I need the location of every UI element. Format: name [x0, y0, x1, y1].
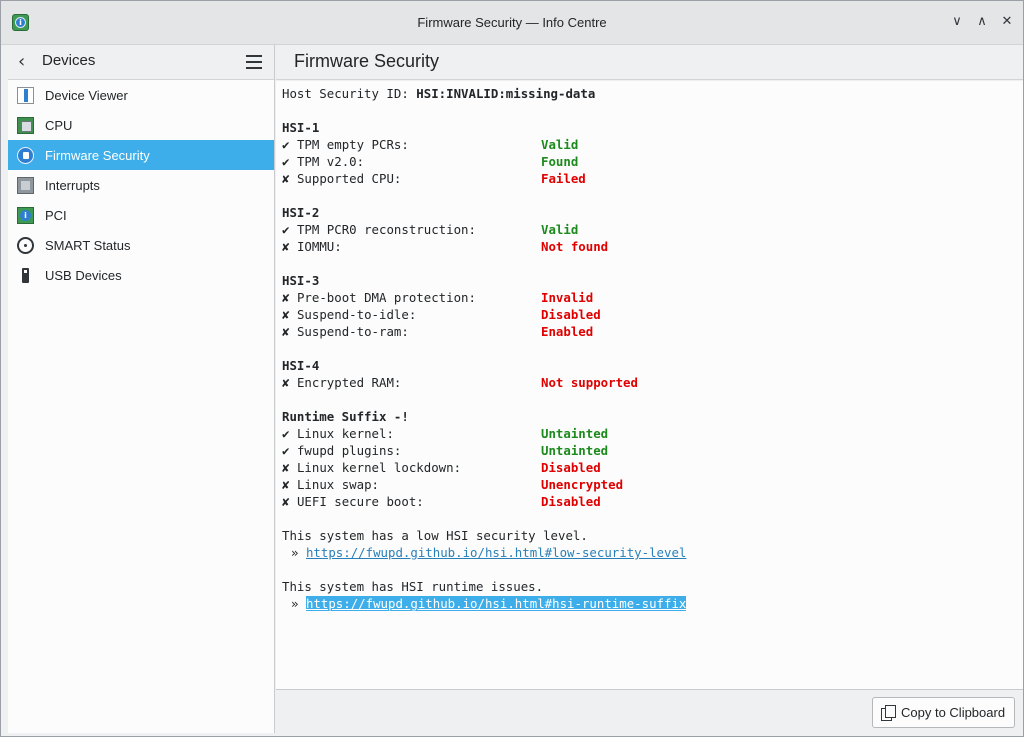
- check-label: Linux kernel lockdown:: [296, 460, 462, 475]
- check-row: ✘ Supported CPU:: [282, 170, 401, 187]
- copy-icon: [881, 705, 896, 721]
- footer: Copy to Clipboard: [276, 691, 1023, 736]
- check-label: Linux swap:: [296, 477, 379, 492]
- sidebar-item-usb-devices[interactable]: USB Devices: [8, 260, 274, 290]
- sidebar-item-cpu[interactable]: CPU: [8, 110, 274, 140]
- check-row: ✘ Suspend-to-idle:: [282, 306, 416, 323]
- sidebar-header: ‹ Devices: [8, 45, 274, 80]
- check-status: Disabled: [541, 307, 601, 322]
- minimize-button[interactable]: ∨: [948, 13, 966, 31]
- sidebar-item-device-viewer[interactable]: Device Viewer: [8, 80, 274, 110]
- info-centre-window: i Firmware Security — Info Centre ∨ ∧ ✕ …: [0, 0, 1024, 737]
- check-status: Unencrypted: [541, 477, 624, 492]
- hsi-help-link[interactable]: https://fwupd.github.io/hsi.html#hsi-run…: [305, 596, 687, 611]
- section-heading: HSI-2: [282, 205, 320, 220]
- copy-to-clipboard-button[interactable]: Copy to Clipboard: [872, 697, 1015, 728]
- sidebar: ‹ Devices Device Viewer CPU Firmware Sec…: [8, 45, 275, 733]
- sidebar-item-firmware-security[interactable]: Firmware Security: [8, 140, 274, 170]
- close-button[interactable]: ✕: [998, 13, 1016, 31]
- usb-devices-icon: [17, 267, 34, 284]
- check-status: Failed: [541, 171, 586, 186]
- sidebar-item-pci[interactable]: PCI: [8, 200, 274, 230]
- sidebar-item-label: USB Devices: [45, 267, 122, 283]
- firmware-security-icon: [17, 146, 34, 164]
- check-status: Invalid: [541, 290, 594, 305]
- check-label: Suspend-to-idle:: [296, 307, 417, 322]
- check-row: ✘ Suspend-to-ram:: [282, 323, 409, 340]
- window-title: Firmware Security — Info Centre: [417, 15, 607, 30]
- note-text: This system has a low HSI security level…: [282, 528, 588, 543]
- page-title: Firmware Security: [294, 51, 440, 71]
- sidebar-item-label: PCI: [45, 207, 67, 223]
- check-row: ✘ Encrypted RAM:: [282, 374, 401, 391]
- section-heading: HSI-3: [282, 273, 320, 288]
- security-report[interactable]: Host Security ID: HSI:INVALID:missing-da…: [276, 81, 1023, 690]
- sidebar-item-label: CPU: [45, 117, 73, 133]
- check-label: IOMMU:: [296, 239, 342, 254]
- sidebar-item-interrupts[interactable]: Interrupts: [8, 170, 274, 200]
- section-heading: HSI-1: [282, 120, 320, 135]
- title-bar: i Firmware Security — Info Centre ∨ ∧ ✕: [1, 1, 1023, 45]
- check-row: ✘ Pre-boot DMA protection:: [282, 289, 476, 306]
- check-label: TPM empty PCRs:: [296, 137, 409, 152]
- check-label: Encrypted RAM:: [296, 375, 402, 390]
- sidebar-title: Devices: [42, 52, 96, 69]
- section-heading: Runtime Suffix -!: [282, 409, 409, 424]
- check-row: ✘ UEFI secure boot:: [282, 493, 424, 510]
- check-status: Untainted: [541, 443, 609, 458]
- check-row: ✔ Linux kernel:: [282, 425, 394, 442]
- host-security-value: HSI:INVALID:missing-data: [416, 86, 596, 101]
- sidebar-item-label: Interrupts: [45, 177, 100, 193]
- check-label: TPM PCR0 reconstruction:: [296, 222, 476, 237]
- device-viewer-icon: [17, 86, 34, 104]
- check-label: Pre-boot DMA protection:: [296, 290, 476, 305]
- check-row: ✔ TPM v2.0:: [282, 153, 364, 170]
- check-label: UEFI secure boot:: [296, 494, 424, 509]
- check-row: ✔ TPM PCR0 reconstruction:: [282, 221, 476, 238]
- check-row: ✘ Linux kernel lockdown:: [282, 459, 461, 476]
- section-heading: HSI-4: [282, 358, 320, 373]
- cpu-icon: [17, 116, 34, 134]
- sidebar-list: Device Viewer CPU Firmware Security Inte…: [8, 80, 274, 290]
- hamburger-menu-icon[interactable]: [246, 55, 262, 69]
- check-status: Enabled: [541, 324, 594, 339]
- hsi-help-link[interactable]: https://fwupd.github.io/hsi.html#low-sec…: [306, 545, 686, 560]
- check-status: Not found: [541, 239, 609, 254]
- host-security-label: Host Security ID:: [282, 86, 417, 101]
- interrupts-icon: [17, 176, 34, 194]
- maximize-button[interactable]: ∧: [973, 13, 991, 31]
- check-label: Suspend-to-ram:: [296, 324, 409, 339]
- sidebar-item-label: SMART Status: [45, 237, 131, 253]
- check-label: Supported CPU:: [296, 171, 402, 186]
- check-label: TPM v2.0:: [296, 154, 365, 169]
- check-row: ✔ TPM empty PCRs:: [282, 136, 409, 153]
- pci-icon: [17, 206, 34, 224]
- sidebar-item-smart-status[interactable]: SMART Status: [8, 230, 274, 260]
- smart-status-icon: [17, 236, 34, 254]
- check-status: Disabled: [541, 460, 601, 475]
- back-arrow-icon[interactable]: ‹: [18, 52, 36, 72]
- check-row: ✔ fwupd plugins:: [282, 442, 401, 459]
- check-status: Not supported: [541, 375, 638, 390]
- host-security-id: Host Security ID: HSI:INVALID:missing-da…: [282, 85, 595, 102]
- check-status: Valid: [541, 137, 579, 152]
- sidebar-item-label: Firmware Security: [45, 147, 150, 163]
- check-status: Found: [541, 154, 579, 169]
- note-link-row: » https://fwupd.github.io/hsi.html#hsi-r…: [291, 595, 687, 612]
- note-link-row: » https://fwupd.github.io/hsi.html#low-s…: [291, 544, 686, 561]
- main-header: Firmware Security: [276, 45, 1023, 80]
- sidebar-item-label: Device Viewer: [45, 87, 128, 103]
- copy-button-label: Copy to Clipboard: [901, 705, 1006, 720]
- note-text: This system has HSI runtime issues.: [282, 579, 544, 594]
- check-status: Valid: [541, 222, 579, 237]
- check-label: Linux kernel:: [296, 426, 394, 441]
- check-row: ✘ IOMMU:: [282, 238, 342, 255]
- check-row: ✘ Linux swap:: [282, 476, 379, 493]
- check-status: Untainted: [541, 426, 609, 441]
- check-status: Disabled: [541, 494, 601, 509]
- check-label: fwupd plugins:: [296, 443, 402, 458]
